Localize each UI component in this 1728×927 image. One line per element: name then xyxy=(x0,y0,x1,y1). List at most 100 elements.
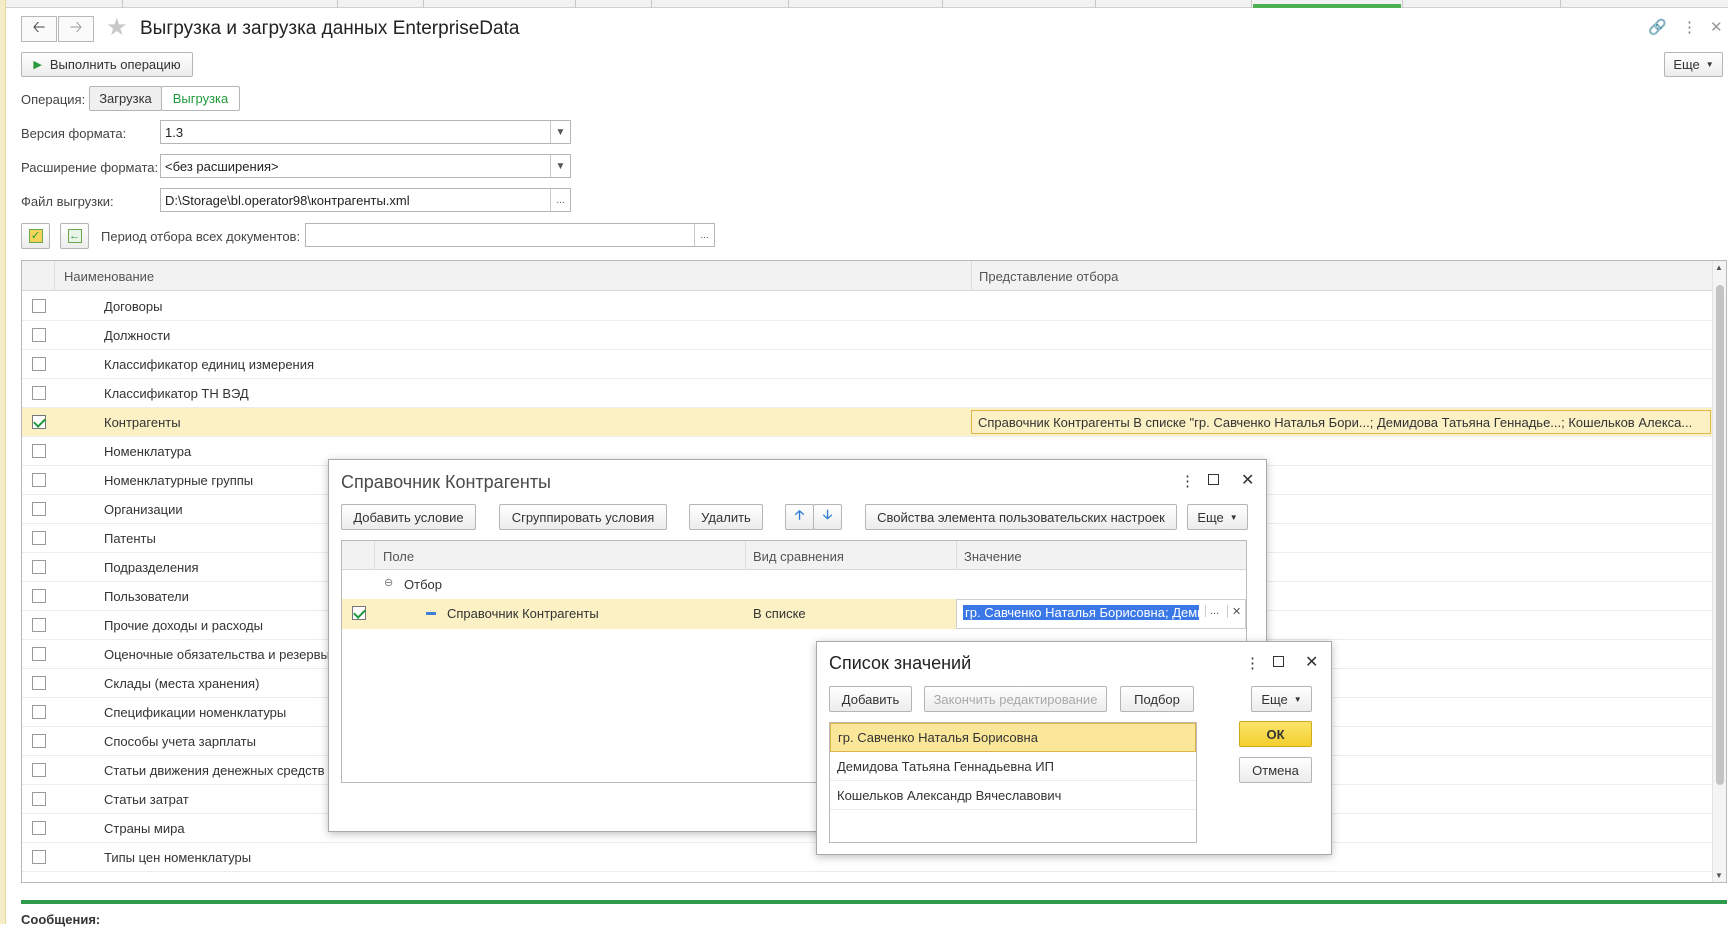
chevron-down-icon[interactable]: ▼ xyxy=(550,155,570,177)
finish-edit-button[interactable]: Закончить редактирование xyxy=(924,686,1107,712)
tab-separator xyxy=(1095,0,1096,8)
row-name: Пользователи xyxy=(104,589,189,604)
list-item[interactable]: Демидова Татьяна Геннадьевна ИП xyxy=(830,752,1196,781)
delete-button[interactable]: Удалить xyxy=(689,504,763,530)
row-name: Договоры xyxy=(104,299,163,314)
column-header-value[interactable]: Значение xyxy=(964,549,1022,564)
row-checkbox[interactable] xyxy=(32,618,46,632)
row-checkbox[interactable] xyxy=(32,734,46,748)
open-windows-bar xyxy=(6,0,1728,8)
favorite-star-icon[interactable]: ★ xyxy=(106,15,128,41)
select-all-button[interactable]: ✓ xyxy=(21,223,50,249)
more-vertical-icon[interactable]: ⋮ xyxy=(1245,654,1260,672)
active-tab-indicator[interactable] xyxy=(1253,4,1401,8)
operation-import-button[interactable]: Загрузка xyxy=(89,86,162,111)
more-button[interactable]: Еще ▼ xyxy=(1664,52,1723,77)
row-checkbox[interactable] xyxy=(32,676,46,690)
row-checkbox[interactable] xyxy=(32,357,46,371)
column-header-name[interactable]: Наименование xyxy=(64,269,154,284)
scroll-down-icon[interactable]: ▼ xyxy=(1715,871,1723,880)
row-checkbox[interactable] xyxy=(32,821,46,835)
table-row[interactable]: Должности xyxy=(22,321,1712,350)
row-filter-presentation[interactable]: Справочник Контрагенты В списке "гр. Сав… xyxy=(971,410,1711,434)
close-icon[interactable]: ✕ xyxy=(1241,470,1254,490)
maximize-icon[interactable] xyxy=(1208,474,1219,485)
forward-button[interactable]: 🡢 xyxy=(58,16,94,42)
column-header-field[interactable]: Поле xyxy=(383,549,414,564)
export-file-input[interactable]: D:\Storage\bl.operator98\контрагенты.xml… xyxy=(160,188,571,212)
vertical-scrollbar[interactable]: ▲ ▼ xyxy=(1712,261,1726,882)
add-value-button[interactable]: Добавить xyxy=(829,686,912,712)
tab-separator xyxy=(337,0,338,8)
collapse-icon[interactable]: ⊖ xyxy=(384,576,393,589)
row-checkbox[interactable] xyxy=(32,444,46,458)
group-conditions-button[interactable]: Сгруппировать условия xyxy=(499,504,667,530)
row-checkbox[interactable] xyxy=(32,647,46,661)
operation-export-button[interactable]: Выгрузка xyxy=(161,86,240,111)
row-checkbox[interactable] xyxy=(32,560,46,574)
column-header-comparison[interactable]: Вид сравнения xyxy=(753,549,844,564)
more-vertical-icon[interactable]: ⋮ xyxy=(1180,472,1195,490)
table-row[interactable]: Контрагенты Справочник Контрагенты В спис… xyxy=(22,408,1712,437)
condition-enabled-checkbox[interactable] xyxy=(352,606,366,620)
ellipsis-icon[interactable]: ... xyxy=(1205,605,1219,617)
row-checkbox[interactable] xyxy=(32,415,46,429)
maximize-icon[interactable] xyxy=(1273,656,1284,667)
clear-icon[interactable]: ✕ xyxy=(1227,605,1241,618)
group-conditions-label: Сгруппировать условия xyxy=(511,509,655,525)
row-checkbox[interactable] xyxy=(32,473,46,487)
row-name: Страны мира xyxy=(104,821,185,836)
pick-button[interactable]: Подбор xyxy=(1120,686,1194,712)
condition-row[interactable]: Справочник Контрагенты В списке гр. Савч… xyxy=(342,599,1246,629)
scroll-up-icon[interactable]: ▲ xyxy=(1715,263,1723,272)
filter-dialog-title: Справочник Контрагенты xyxy=(341,472,551,492)
row-checkbox[interactable] xyxy=(32,299,46,313)
list-item[interactable]: гр. Савченко Наталья Борисовна xyxy=(830,723,1196,752)
move-down-button[interactable]: 🡣 xyxy=(813,504,842,530)
table-row[interactable]: Договоры xyxy=(22,292,1712,321)
condition-value-field[interactable]: гр. Савченко Наталья Борисовна; Демидова… xyxy=(956,599,1246,629)
page-title: Выгрузка и загрузка данных EnterpriseDat… xyxy=(140,18,520,39)
table-row[interactable]: Классификатор единиц измерения xyxy=(22,350,1712,379)
row-checkbox[interactable] xyxy=(32,589,46,603)
format-extension-select[interactable]: <без расширения> ▼ xyxy=(160,154,571,178)
properties-button[interactable]: Свойства элемента пользовательских настр… xyxy=(865,504,1177,530)
values-list: гр. Савченко Наталья Борисовна Демидова … xyxy=(829,722,1197,843)
add-condition-label: Добавить условие xyxy=(353,509,464,525)
scrollbar-thumb[interactable] xyxy=(1716,285,1724,785)
more-label: Еще xyxy=(1673,57,1700,72)
back-button[interactable]: 🡠 xyxy=(21,16,57,42)
row-checkbox[interactable] xyxy=(32,705,46,719)
ellipsis-icon[interactable]: ... xyxy=(694,224,714,246)
clear-all-button[interactable]: ← xyxy=(60,223,89,249)
ok-button[interactable]: ОК xyxy=(1239,721,1312,747)
row-checkbox[interactable] xyxy=(32,792,46,806)
delete-label: Удалить xyxy=(701,509,751,525)
column-header-filter[interactable]: Представление отбора xyxy=(979,269,1118,284)
period-input[interactable]: ... xyxy=(305,223,715,247)
list-item[interactable]: Кошельков Александр Вячеславович xyxy=(830,781,1196,810)
row-checkbox[interactable] xyxy=(32,502,46,516)
cancel-button[interactable]: Отмена xyxy=(1239,757,1312,783)
format-version-select[interactable]: 1.3 ▼ xyxy=(160,120,571,144)
row-checkbox[interactable] xyxy=(32,328,46,342)
filter-more-button[interactable]: Еще ▼ xyxy=(1187,504,1248,530)
ellipsis-icon[interactable]: ... xyxy=(550,189,570,211)
group-row[interactable]: ⊖ Отбор xyxy=(342,570,1246,599)
row-checkbox[interactable] xyxy=(32,386,46,400)
move-up-button[interactable]: 🡡 xyxy=(785,504,814,530)
row-checkbox[interactable] xyxy=(32,763,46,777)
add-condition-button[interactable]: Добавить условие xyxy=(341,504,476,530)
run-operation-button[interactable]: ▶ Выполнить операцию xyxy=(21,52,193,77)
row-checkbox[interactable] xyxy=(32,850,46,864)
chevron-down-icon[interactable]: ▼ xyxy=(550,121,570,143)
more-vertical-icon[interactable]: ⋮ xyxy=(1682,18,1697,36)
values-more-label: Еще xyxy=(1261,691,1288,707)
link-icon[interactable]: 🔗 xyxy=(1648,18,1667,36)
play-icon: ▶ xyxy=(33,59,42,71)
close-icon[interactable]: ✕ xyxy=(1710,18,1723,36)
close-icon[interactable]: ✕ xyxy=(1305,652,1318,672)
table-row[interactable]: Классификатор ТН ВЭД xyxy=(22,379,1712,408)
values-more-button[interactable]: Еще ▼ xyxy=(1251,686,1312,712)
row-checkbox[interactable] xyxy=(32,531,46,545)
